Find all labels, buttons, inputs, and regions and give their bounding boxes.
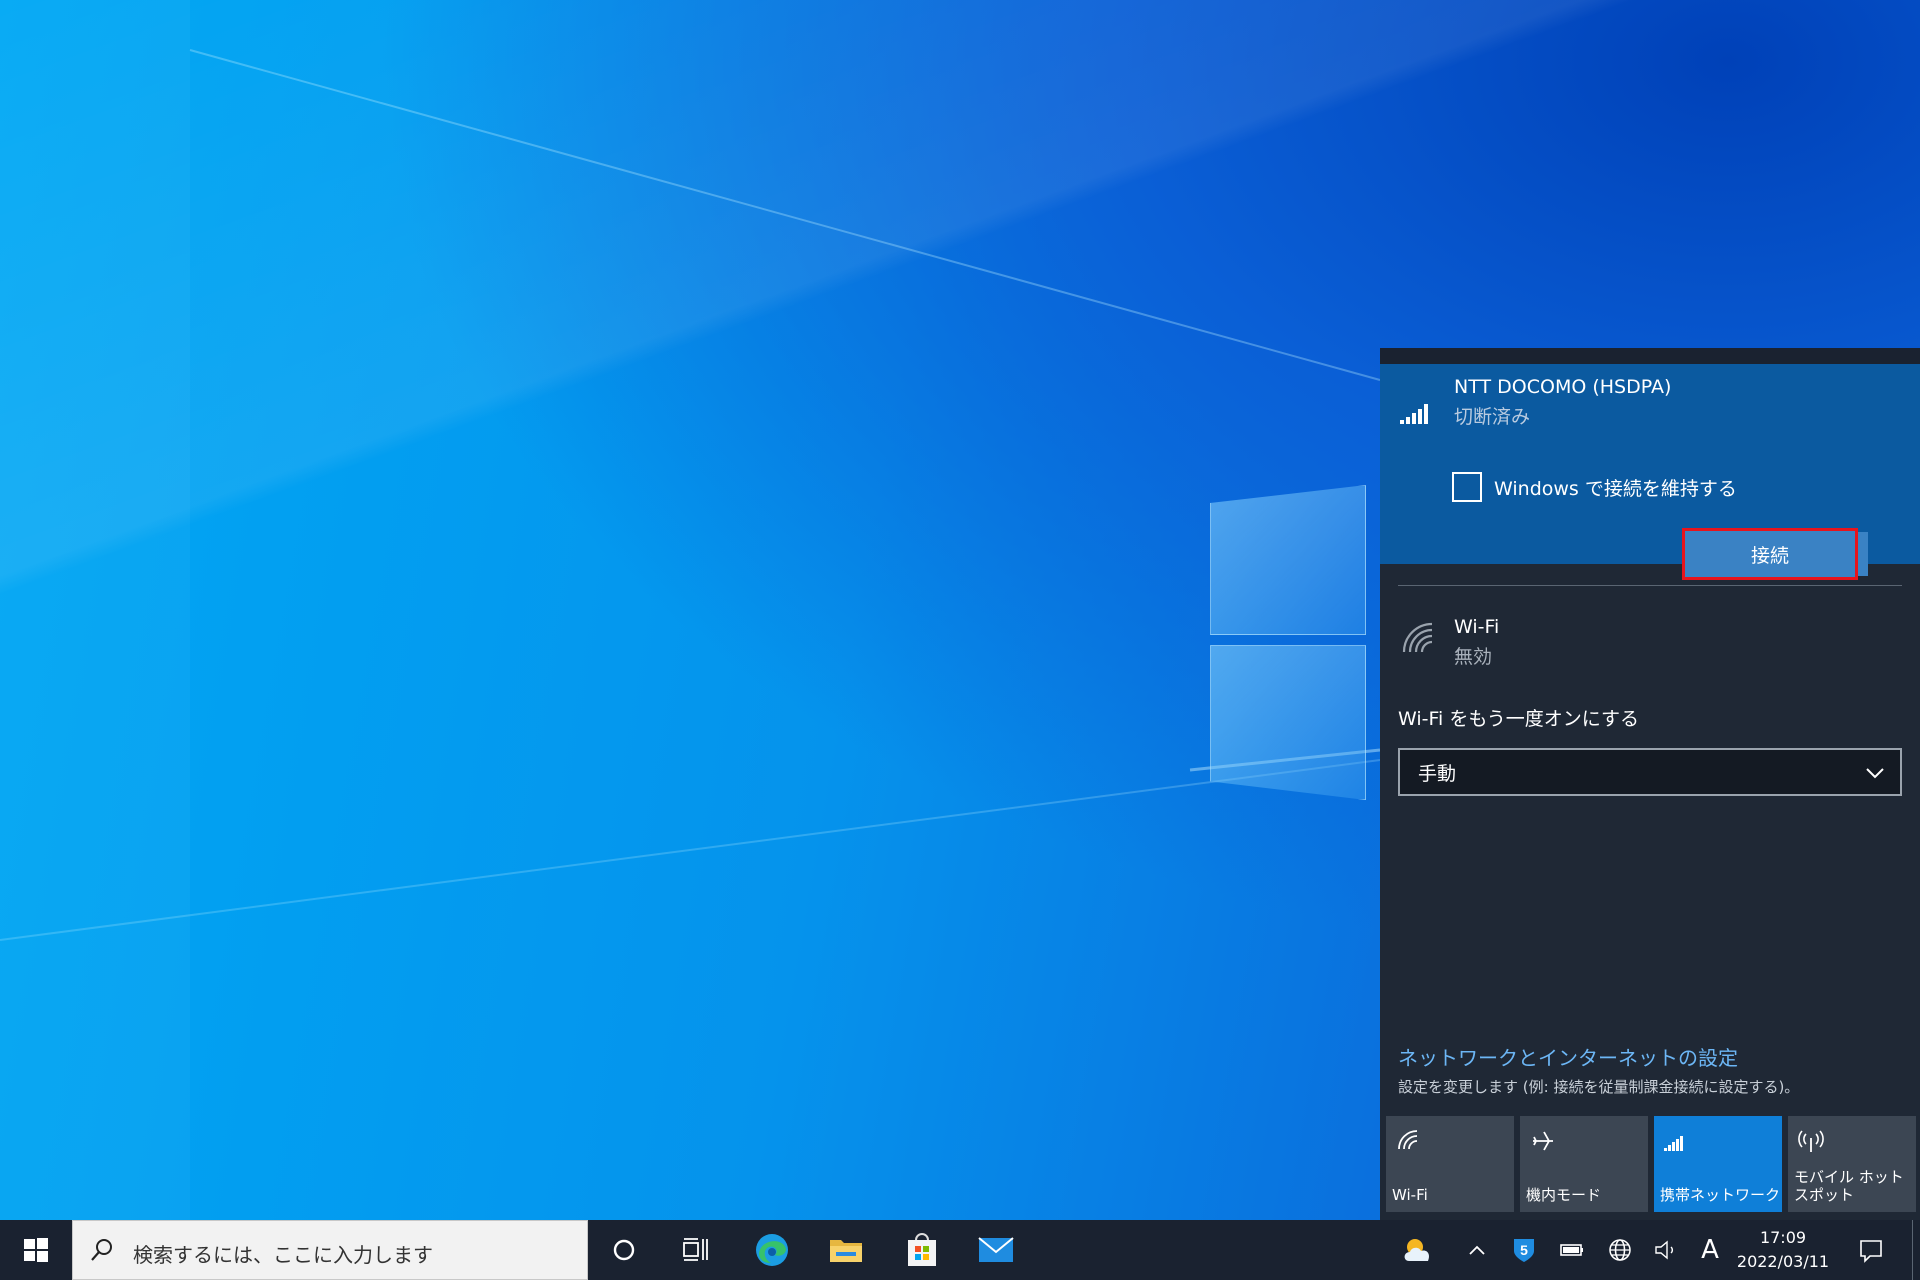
battery-icon xyxy=(1560,1244,1583,1256)
connect-button-edge xyxy=(1858,532,1868,576)
edge-icon xyxy=(756,1234,788,1266)
edge-browser-button[interactable] xyxy=(736,1220,808,1280)
weather-button[interactable] xyxy=(1396,1220,1440,1280)
network-settings-link[interactable]: ネットワークとインターネットの設定 xyxy=(1398,1042,1738,1071)
clock-time: 17:09 xyxy=(1759,1228,1807,1247)
battery-tray-button[interactable] xyxy=(1556,1220,1588,1280)
volume-tray-button[interactable] xyxy=(1650,1220,1682,1280)
wifi-icon xyxy=(1398,1130,1418,1150)
weather-cloud-sun-icon xyxy=(1404,1239,1430,1261)
cellular-icon xyxy=(1664,1136,1683,1151)
keep-connected-checkbox[interactable] xyxy=(1452,472,1482,502)
search-icon xyxy=(91,1239,112,1261)
ime-indicator[interactable]: A xyxy=(1694,1220,1726,1280)
clock[interactable]: 17:09 2022/03/11 xyxy=(1728,1226,1838,1274)
divider xyxy=(1398,585,1902,586)
cellular-network-status: 切断済み xyxy=(1454,406,1531,428)
hotspot-icon xyxy=(1798,1130,1824,1152)
wifi-turn-on-label: Wi-Fi をもう一度オンにする xyxy=(1398,708,1639,730)
cellular-network-item[interactable]: NTT DOCOMO (HSDPA) 切断済み Windows で接続を維持する… xyxy=(1380,364,1920,580)
shield-s-icon: 5 xyxy=(1514,1239,1534,1262)
keep-connected-label[interactable]: Windows で接続を維持する xyxy=(1494,474,1737,501)
airplane-icon xyxy=(1533,1131,1553,1151)
store-icon xyxy=(908,1233,936,1266)
windows-logo-pane xyxy=(1210,645,1366,800)
flyout-top-strip xyxy=(1380,348,1920,364)
show-hidden-icons-button[interactable] xyxy=(1460,1220,1494,1280)
quick-action-cellular[interactable]: 携帯ネットワーク xyxy=(1654,1116,1782,1212)
security-tray-button[interactable]: 5 xyxy=(1508,1220,1540,1280)
wifi-turn-on-value: 手動 xyxy=(1418,762,1457,785)
search-placeholder: 検索するには、ここに入力します xyxy=(133,1243,433,1267)
windows-logo-pane xyxy=(1210,485,1366,635)
network-tray-button[interactable] xyxy=(1604,1220,1636,1280)
tile-label: 携帯ネットワーク xyxy=(1660,1186,1781,1204)
taskbar: 検索するには、ここに入力します 5 A 17:09 2022/03/11 xyxy=(0,1220,1920,1280)
windows-logo-icon xyxy=(24,1238,48,1262)
wifi-turn-on-dropdown[interactable]: 手動 xyxy=(1398,748,1902,796)
cortana-button[interactable] xyxy=(588,1220,660,1280)
tile-label: Wi-Fi xyxy=(1392,1186,1428,1204)
notification-icon xyxy=(1860,1240,1882,1263)
task-view-icon xyxy=(683,1238,708,1261)
chevron-up-icon xyxy=(1469,1245,1485,1255)
folder-icon xyxy=(830,1240,862,1262)
svg-text:5: 5 xyxy=(1520,1242,1528,1258)
wifi-disabled-icon xyxy=(1402,622,1433,653)
network-flyout: NTT DOCOMO (HSDPA) 切断済み Windows で接続を維持する… xyxy=(1380,348,1920,1220)
connect-button[interactable]: 接続 xyxy=(1682,528,1858,580)
wifi-network-status: 無効 xyxy=(1454,646,1493,668)
clock-date: 2022/03/11 xyxy=(1736,1252,1830,1271)
cortana-circle-icon xyxy=(613,1239,635,1261)
action-center-button[interactable] xyxy=(1846,1220,1896,1280)
wifi-network-name: Wi-Fi xyxy=(1454,616,1500,638)
tile-label: 機内モード xyxy=(1526,1186,1602,1204)
taskbar-search-box[interactable]: 検索するには、ここに入力します xyxy=(72,1220,588,1280)
start-button[interactable] xyxy=(0,1220,72,1280)
network-settings-description: 設定を変更します (例: 接続を従量制課金接続に設定する)。 xyxy=(1398,1078,1800,1096)
cellular-network-name: NTT DOCOMO (HSDPA) xyxy=(1454,376,1672,398)
mail-icon xyxy=(978,1237,1014,1262)
quick-action-airplane-mode[interactable]: 機内モード xyxy=(1520,1116,1648,1212)
globe-network-icon xyxy=(1609,1239,1631,1261)
task-view-button[interactable] xyxy=(660,1220,732,1280)
cellular-signal-icon xyxy=(1400,404,1428,424)
mail-button[interactable] xyxy=(960,1220,1032,1280)
quick-action-wifi[interactable]: Wi-Fi xyxy=(1386,1116,1514,1212)
show-desktop-button[interactable] xyxy=(1912,1220,1920,1280)
quick-action-mobile-hotspot[interactable]: モバイル ホットスポット xyxy=(1788,1116,1916,1212)
microsoft-store-button[interactable] xyxy=(886,1220,958,1280)
speaker-icon xyxy=(1655,1240,1673,1260)
tile-label: モバイル ホットスポット xyxy=(1794,1168,1904,1204)
file-explorer-button[interactable] xyxy=(810,1220,882,1280)
chevron-down-icon xyxy=(1866,768,1884,779)
